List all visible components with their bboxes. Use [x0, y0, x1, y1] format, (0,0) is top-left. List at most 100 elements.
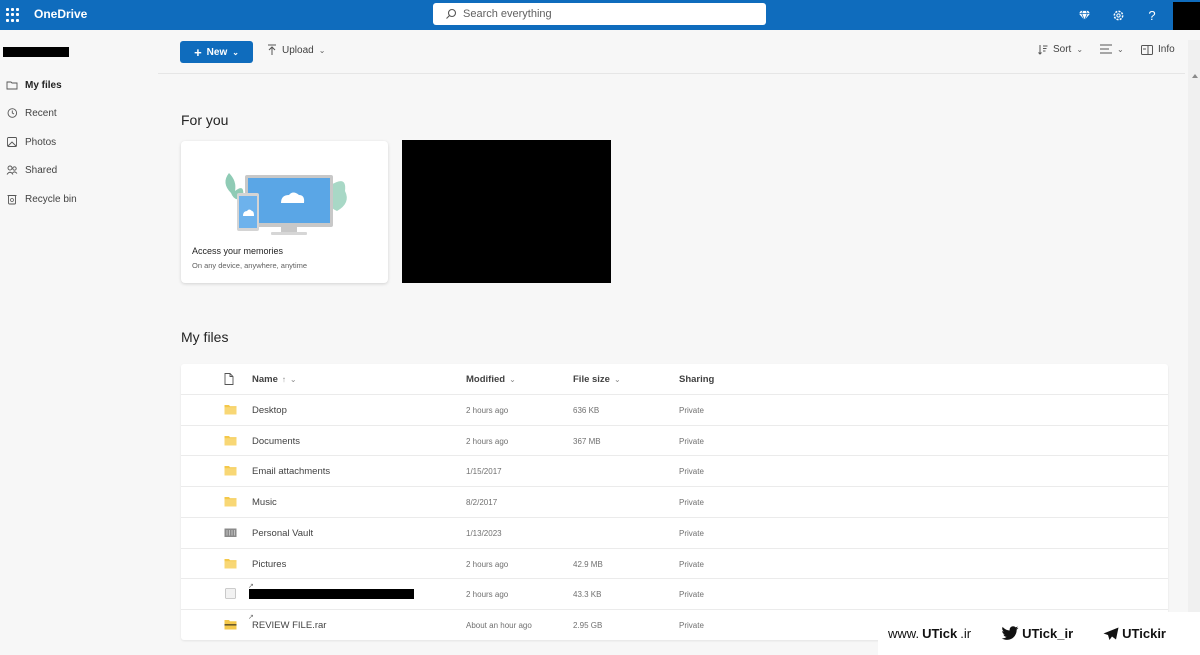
sort-button[interactable]: Sort ⌄ — [1038, 44, 1083, 55]
list-view-icon — [1100, 44, 1112, 54]
folder-icon — [224, 405, 237, 415]
file-size: 636 KB — [573, 406, 600, 415]
file-size: 367 MB — [573, 436, 601, 446]
telegram-plane-icon — [1103, 627, 1119, 640]
premium-diamond-icon[interactable] — [1075, 6, 1093, 24]
table-row[interactable]: Personal Vault 1/13/2023 Private — [181, 516, 1168, 548]
table-row[interactable]: Email attachments 1/15/2017 Private — [181, 455, 1168, 486]
column-header-file-size[interactable]: File size ⌄ — [573, 374, 621, 385]
folder-icon — [224, 497, 237, 507]
sharing-status: Private — [679, 559, 704, 569]
recycle-bin-icon — [7, 195, 17, 205]
file-name-redacted[interactable] — [249, 589, 414, 600]
page-scrollbar[interactable] — [1188, 40, 1200, 655]
table-row[interactable]: ↗ 2 hours ago 43.3 KB Private — [181, 578, 1168, 609]
watermark-twitter: UTick_ir — [1001, 626, 1073, 641]
sharing-status: Private — [679, 467, 704, 477]
sidebar-item-shared[interactable]: Shared — [0, 159, 158, 181]
sidebar-item-photos[interactable]: Photos — [0, 131, 158, 153]
chevron-down-icon: ⌄ — [1117, 44, 1124, 54]
sidebar-item-recent[interactable]: Recent — [0, 102, 158, 124]
modified-date: 2 hours ago — [466, 406, 509, 415]
column-header-modified[interactable]: Modified ⌄ — [466, 374, 516, 385]
account-name-redacted — [3, 47, 69, 57]
archive-zip-icon — [224, 619, 237, 630]
file-name[interactable]: Email attachments — [252, 466, 330, 477]
search-input[interactable] — [463, 8, 753, 20]
folder-icon — [6, 81, 18, 90]
file-size: 42.9 MB — [573, 559, 603, 569]
sharing-status: Private — [679, 590, 704, 600]
new-button[interactable]: + New ⌄ — [180, 41, 253, 63]
column-header-sharing[interactable]: Sharing — [679, 374, 714, 385]
app-brand[interactable]: OneDrive — [34, 7, 87, 21]
sharing-status: Private — [679, 498, 704, 508]
plus-icon: + — [194, 44, 202, 60]
modified-date: 2 hours ago — [466, 590, 509, 600]
sharing-status: Private — [679, 528, 704, 538]
view-options-button[interactable]: ⌄ — [1100, 44, 1124, 54]
sidebar-item-label: Recent — [25, 107, 57, 119]
folder-icon — [224, 558, 237, 568]
sidebar-item-label: Recycle bin — [25, 193, 77, 205]
table-row[interactable]: Desktop 2 hours ago 636 KB Private — [181, 394, 1168, 425]
search-box[interactable] — [433, 3, 766, 25]
chevron-down-icon: ⌄ — [289, 375, 297, 384]
top-bar: OneDrive ? — [0, 0, 1200, 30]
column-header-name[interactable]: Name ↑ ⌄ — [252, 374, 297, 385]
table-row[interactable]: Documents 2 hours ago 367 MB Private — [181, 424, 1168, 456]
settings-gear-icon[interactable] — [1109, 6, 1127, 24]
card-title: Access your memories — [192, 246, 284, 256]
photos-icon — [7, 137, 17, 147]
file-name[interactable]: Pictures — [252, 559, 286, 570]
file-type-icon[interactable] — [224, 373, 234, 385]
modified-date: 1/15/2017 — [466, 467, 502, 477]
chevron-down-icon: ⌄ — [509, 375, 516, 384]
watermark-banner: www. UTick .ir UTick_ir UTickir — [878, 612, 1200, 655]
modified-date: 1/13/2023 — [466, 528, 502, 538]
search-icon — [446, 8, 457, 19]
sharing-status: Private — [679, 406, 704, 415]
file-name[interactable]: Desktop — [252, 405, 287, 416]
command-bar: + New ⌄ Upload ⌄ Sort ⌄ ⌄ Info — [158, 30, 1185, 74]
sidebar-item-label: My files — [25, 79, 62, 91]
sidebar-item-my-files[interactable]: My files — [0, 74, 158, 96]
chevron-down-icon: ⌄ — [318, 45, 326, 55]
file-size: 43.3 KB — [573, 590, 602, 600]
folder-icon — [224, 435, 237, 446]
table-header: Name ↑ ⌄ Modified ⌄ File size ⌄ Sharing — [181, 364, 1168, 394]
sidebar-item-label: Photos — [25, 136, 57, 148]
files-table: Name ↑ ⌄ Modified ⌄ File size ⌄ Sharing … — [181, 364, 1168, 640]
file-name[interactable]: Documents — [252, 436, 300, 447]
modified-date: 2 hours ago — [466, 559, 509, 569]
upload-icon — [268, 44, 276, 55]
file-name[interactable]: REVIEW FILE.rar — [252, 620, 326, 631]
sort-ascending-icon: ↑ — [281, 375, 286, 384]
account-avatar[interactable] — [1173, 2, 1200, 30]
modified-date: 2 hours ago — [466, 436, 509, 446]
upload-button[interactable]: Upload ⌄ — [267, 44, 325, 56]
info-pane-icon — [1141, 44, 1153, 55]
for-you-heading: For you — [181, 112, 229, 128]
info-button[interactable]: Info — [1141, 44, 1175, 55]
shared-people-icon — [6, 165, 18, 175]
table-row[interactable]: Pictures 2 hours ago 42.9 MB Private — [181, 547, 1168, 579]
card-subtitle: On any device, anywhere, anytime — [192, 261, 308, 270]
file-name[interactable]: Music — [252, 497, 277, 508]
file-name[interactable]: Personal Vault — [252, 528, 313, 539]
table-row[interactable]: Music 8/2/2017 Private — [181, 486, 1168, 517]
file-icon — [225, 588, 236, 600]
sidebar-item-recycle-bin[interactable]: Recycle bin — [0, 188, 158, 210]
chevron-down-icon: ⌄ — [232, 47, 239, 57]
sort-icon — [1038, 45, 1048, 55]
personal-vault-icon — [224, 528, 237, 537]
help-question-icon[interactable]: ? — [1143, 6, 1161, 24]
app-launcher-icon[interactable] — [6, 8, 20, 22]
scroll-up-arrow-icon[interactable] — [1192, 74, 1198, 78]
devices-cloud-illustration — [225, 173, 347, 235]
sharing-status: Private — [679, 620, 704, 630]
memories-card[interactable]: Access your memories On any device, anyw… — [181, 141, 388, 283]
sharing-status: Private — [679, 436, 704, 446]
chevron-down-icon: ⌄ — [1076, 45, 1084, 54]
redacted-card[interactable] — [402, 140, 611, 283]
